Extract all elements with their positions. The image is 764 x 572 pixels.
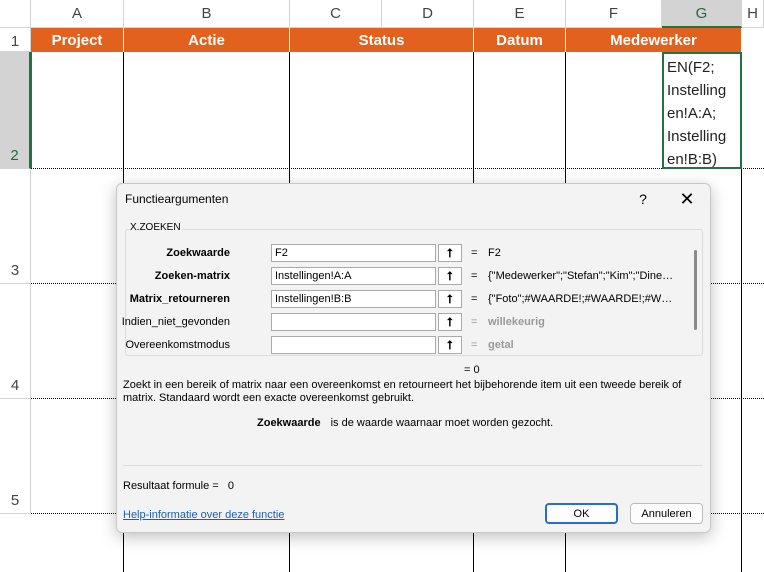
argument-row: Indien_niet_gevonden ⭡ = willekeurig bbox=[122, 313, 686, 333]
argument-label: Matrix_retourneren bbox=[129, 293, 230, 305]
collapse-dialog-icon[interactable]: ⭡ bbox=[438, 313, 462, 331]
help-link[interactable]: Help-informatie over deze functie bbox=[123, 509, 284, 521]
equals-sign: = bbox=[471, 339, 478, 351]
argument-description-name: Zoekwaarde bbox=[257, 417, 321, 429]
arguments-scrollbar[interactable] bbox=[694, 250, 697, 330]
close-icon[interactable]: ✕ bbox=[676, 188, 698, 210]
cell-g2-line: en!A:A; bbox=[667, 105, 717, 122]
collapse-dialog-icon[interactable]: ⭡ bbox=[438, 336, 462, 354]
function-result: = 0 bbox=[464, 364, 480, 376]
row-border bbox=[31, 168, 764, 169]
cell-g2-line: en!B:B) bbox=[667, 151, 718, 168]
argument-result: {"Medewerker";"Stefan";"Kim";"Dine… bbox=[488, 270, 674, 282]
dialog-title: Functieargumenten bbox=[125, 192, 229, 206]
row-header-4[interactable]: 4 bbox=[0, 284, 31, 399]
argument-row: Matrix_retourneren Instellingen!B:B ⭡ = … bbox=[126, 290, 686, 310]
argument-row: Overeenkomstmodus ⭡ = getal bbox=[125, 336, 686, 356]
column-border bbox=[741, 169, 742, 572]
column-header-a[interactable]: A bbox=[31, 0, 124, 28]
argument-label: Overeenkomstmodus bbox=[125, 339, 230, 351]
header-cell-project[interactable]: Project bbox=[31, 28, 124, 52]
column-header-f[interactable]: F bbox=[566, 0, 662, 28]
formula-result: Resultaat formule = 0 bbox=[123, 480, 234, 492]
argument-label: Zoeken-matrix bbox=[154, 270, 230, 282]
column-header-d[interactable]: D bbox=[382, 0, 474, 28]
header-cell-actie[interactable]: Actie bbox=[124, 28, 290, 52]
collapse-dialog-icon[interactable]: ⭡ bbox=[438, 244, 462, 262]
argument-result: getal bbox=[488, 339, 514, 351]
cell-g2-line: Instelling bbox=[667, 82, 727, 99]
column-header-h[interactable]: H bbox=[742, 0, 764, 28]
argument-input-indien-niet-gevonden[interactable] bbox=[271, 313, 436, 331]
function-description: Zoekt in een bereik of matrix naar een o… bbox=[123, 379, 682, 404]
row-header-2[interactable]: 2 bbox=[0, 52, 31, 169]
argument-result: F2 bbox=[488, 247, 501, 259]
row-header-3[interactable]: 3 bbox=[0, 169, 31, 284]
column-header-e[interactable]: E bbox=[474, 0, 566, 28]
column-header-g[interactable]: G bbox=[662, 0, 742, 28]
equals-sign: = bbox=[471, 247, 478, 259]
row-header-1[interactable]: 1 bbox=[0, 28, 31, 52]
equals-sign: = bbox=[471, 293, 478, 305]
column-header-c[interactable]: C bbox=[290, 0, 382, 28]
divider bbox=[123, 465, 703, 466]
argument-input-zoeken-matrix[interactable]: Instellingen!A:A bbox=[271, 267, 436, 285]
cell-g2-line: Instelling bbox=[667, 128, 727, 145]
argument-input-matrix-retourneren[interactable]: Instellingen!B:B bbox=[271, 290, 436, 308]
equals-sign: = bbox=[471, 270, 478, 282]
select-all-corner[interactable] bbox=[0, 0, 31, 28]
argument-row: Zoeken-matrix Instellingen!A:A ⭡ = {"Med… bbox=[126, 267, 686, 287]
argument-result: willekeurig bbox=[488, 316, 545, 328]
argument-input-overeenkomstmodus[interactable] bbox=[271, 336, 436, 354]
argument-description: Zoekwaarde is de waarde waarnaar moet wor… bbox=[257, 417, 553, 429]
argument-row: Zoekwaarde F2 ⭡ = F2 bbox=[126, 244, 686, 264]
cell-g2-editing[interactable]: EN(F2; Instelling en!A:A; Instelling en!… bbox=[662, 52, 742, 169]
argument-result: {"Foto";#WAARDE!;#WAARDE!;#W… bbox=[488, 293, 673, 305]
header-cell-medewerker[interactable]: Medewerker bbox=[566, 28, 742, 52]
cancel-button[interactable]: Annuleren bbox=[630, 503, 703, 524]
column-header-b[interactable]: B bbox=[124, 0, 290, 28]
equals-sign: = bbox=[471, 316, 478, 328]
cell-g2-line: EN(F2; bbox=[667, 59, 715, 76]
function-arguments-dialog: Functieargumenten ? ✕ Zoekwaarde F2 ⭡ = … bbox=[116, 183, 711, 533]
argument-label: Indien_niet_gevonden bbox=[121, 316, 230, 328]
argument-label: Zoekwaarde bbox=[166, 247, 230, 259]
row-header-5[interactable]: 5 bbox=[0, 399, 31, 514]
collapse-dialog-icon[interactable]: ⭡ bbox=[438, 267, 462, 285]
arguments-group: Zoekwaarde F2 ⭡ = F2 Zoeken-matrix Inste… bbox=[122, 229, 703, 356]
header-cell-status[interactable]: Status bbox=[290, 28, 474, 52]
row2-left-border bbox=[31, 52, 32, 169]
function-name: X.ZOEKEN bbox=[129, 222, 182, 233]
argument-description-text: is de waarde waarnaar moet worden gezoch… bbox=[330, 417, 554, 429]
argument-input-zoekwaarde[interactable]: F2 bbox=[271, 244, 436, 262]
help-button[interactable]: ? bbox=[632, 188, 654, 210]
collapse-dialog-icon[interactable]: ⭡ bbox=[438, 290, 462, 308]
header-cell-datum[interactable]: Datum bbox=[474, 28, 566, 52]
ok-button[interactable]: OK bbox=[545, 503, 618, 524]
